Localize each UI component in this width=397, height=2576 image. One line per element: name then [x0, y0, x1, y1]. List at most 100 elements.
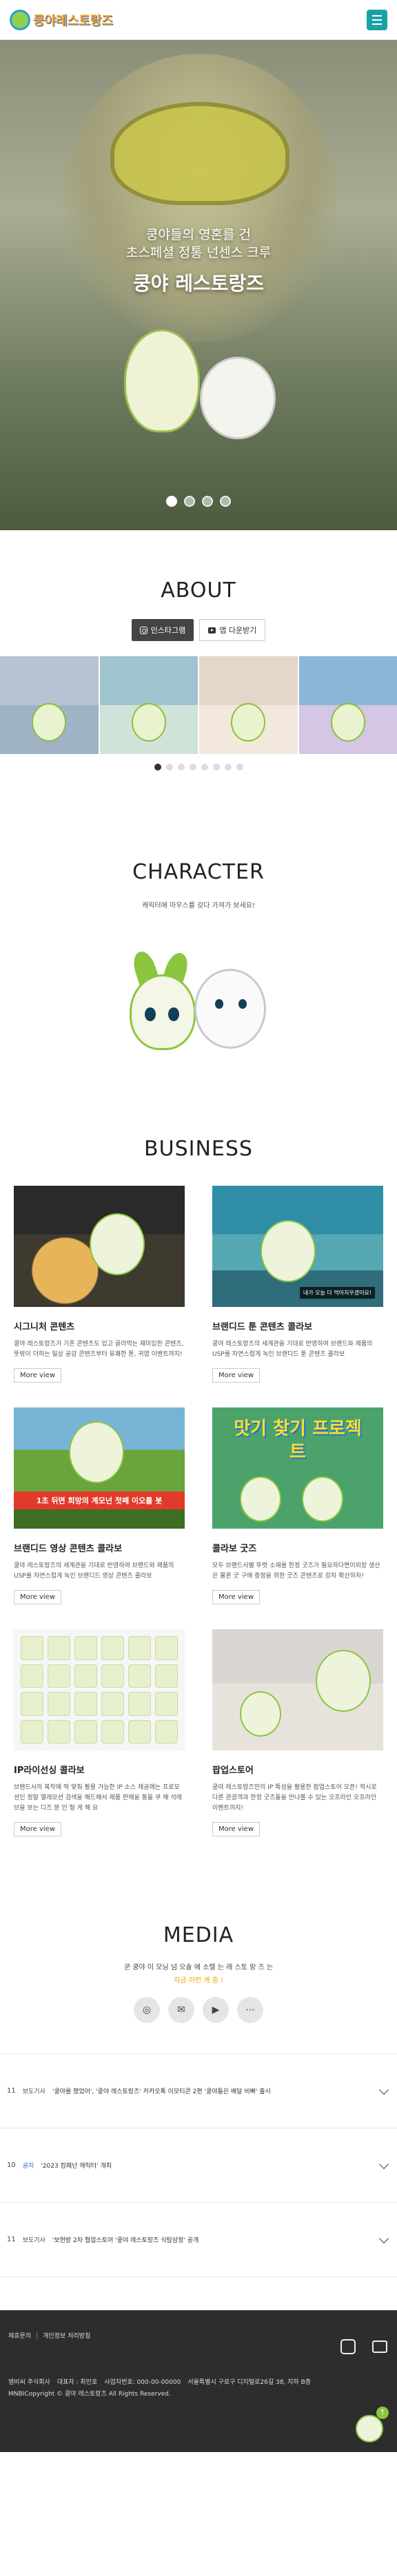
business-image: 내가 오늘 다 먹어치우겠어요! — [212, 1186, 383, 1307]
more-view-button[interactable]: More view — [14, 1822, 61, 1836]
news-item[interactable]: 11 보도기사 '쿵야를 했었어', '쿵야 레스토랑즈' 카카오톡 이모티콘 … — [0, 2054, 397, 2128]
more-view-button[interactable]: More view — [212, 1590, 260, 1604]
image-caption: 내가 오늘 다 먹어치우겠어요! — [299, 1287, 375, 1299]
news-item[interactable]: 11 보도기사 '보현방 2차 협업스토어 '쿵야 레스토랑즈 식탐삼정' 공개 — [0, 2203, 397, 2277]
character-image — [261, 1220, 316, 1282]
chevron-down-icon[interactable] — [378, 2084, 389, 2095]
news-number: 10 — [7, 2161, 16, 2169]
business-title: BUSINESS — [144, 1137, 253, 1161]
instagram-icon[interactable]: ◎ — [134, 1997, 160, 2023]
scroll-top-button[interactable]: ↑ — [350, 2407, 389, 2445]
hero-dot[interactable] — [184, 496, 195, 507]
character-image — [302, 1476, 343, 1522]
about-dot[interactable] — [177, 764, 185, 771]
news-number: 11 — [7, 2236, 16, 2243]
media-title: MEDIA — [163, 1923, 234, 1947]
hero-line1: 쿵야들의 영혼를 건 — [146, 227, 251, 242]
privacy-policy-link[interactable]: 개인정보 처리방침 — [43, 2331, 90, 2340]
about-dot[interactable] — [201, 764, 208, 771]
character-image — [240, 1476, 281, 1522]
goods-banner-text: 맛기 찾기 프로젝트 — [234, 1418, 362, 1463]
company-address: 서울특별시 구로구 디지털로26길 38, 지하 B층 — [187, 2379, 312, 2386]
business-card: IP라이선싱 콜라보 브랜드사의 복작에 딱 맞춰 활용 가능한 IP 소스 제… — [14, 1629, 185, 1836]
news-list: 11 보도기사 '쿵야를 했었어', '쿵야 레스토랑즈' 카카오톡 이모티콘 … — [0, 2053, 397, 2277]
business-grid: 시그니처 콘텐츠 쿵야 레스토랑즈가 기존 콘텐츠도 있고 골라먹는 재미있한 … — [14, 1186, 383, 1836]
restaurant-sign-image — [110, 102, 289, 205]
business-card-desc: 브랜드사의 복작에 딱 맞춰 활용 가능한 IP 소스 제공에는 프로모션인 정… — [14, 1784, 182, 1812]
media-section: MEDIA 쿤 쿵야 이 모닝 넘 오솔 에 소렐 는 레 스토 랑 즈 는 지… — [0, 1878, 397, 2298]
about-dot[interactable] — [189, 764, 196, 771]
character-illustration[interactable] — [123, 948, 274, 1061]
footer-social — [340, 2339, 387, 2354]
business-card-desc: 쿵야 레스토랑즈의 세계관을 기대로 반영하여 브랜드와 제품의 USP를 자연… — [212, 1341, 373, 1358]
hamburger-menu-button[interactable] — [367, 9, 387, 30]
white-character[interactable] — [194, 969, 270, 1051]
hero-dot[interactable] — [220, 496, 231, 507]
about-frame — [99, 656, 198, 754]
play-icon — [208, 627, 216, 633]
business-card: 시그니처 콘텐츠 쿵야 레스토랑즈가 기존 콘텐츠도 있고 골라먹는 재미있한 … — [14, 1186, 185, 1383]
character-image — [90, 1213, 145, 1275]
business-image — [14, 1629, 185, 1750]
business-card: 팝업스토어 쿵야 레스토랑즈만의 IP 특성을 활용한 팝업스토어 오픈! 적시… — [212, 1629, 383, 1836]
site-footer: 제휴문의 개인정보 처리방침 엠비씨 주식회사 대표자 : 최민호 사업자번호:… — [0, 2310, 397, 2452]
hero-title: 쿵야 레스토랑즈 — [132, 272, 265, 295]
video-banner: 1초 뒤면 희망의 계모넌 첫째 이오를 봇 — [14, 1491, 185, 1509]
business-section: BUSINESS 시그니처 콘텐츠 쿵야 레스토랑즈가 기존 콘텐츠도 있고 골… — [0, 1102, 397, 1878]
hero-dot[interactable] — [166, 496, 177, 507]
about-dot[interactable] — [212, 764, 220, 771]
green-character[interactable] — [123, 948, 198, 1061]
instagram-button-label: 인스타그램 — [150, 626, 186, 635]
business-card-desc: 모두 브랜드사별 뚜렷 소재를 한정 굿즈가 필요하다면이외장 생산은 물론 굿… — [212, 1562, 380, 1580]
about-pagination — [0, 764, 397, 771]
app-download-button[interactable]: 앱 다운받기 — [199, 619, 266, 641]
about-section: ABOUT 인스타그램 앱 다운받기 — [0, 530, 397, 791]
about-frame — [0, 656, 99, 754]
hero-pagination — [0, 496, 397, 507]
about-dot[interactable] — [224, 764, 232, 771]
more-view-button[interactable]: More view — [212, 1822, 260, 1836]
business-image — [14, 1186, 185, 1307]
business-card-title: 콜라보 굿즈 — [212, 1544, 257, 1554]
about-dot[interactable] — [236, 764, 243, 771]
mail-icon[interactable] — [372, 2341, 387, 2353]
character-image — [32, 703, 67, 742]
logo-mark — [10, 9, 30, 30]
logo-text: 쿵야레스토랑즈 — [33, 13, 113, 28]
more-view-button[interactable]: More view — [212, 1368, 260, 1383]
footer-links: 제휴문의 개인정보 처리방침 — [8, 2331, 389, 2340]
instagram-icon[interactable] — [340, 2339, 356, 2354]
business-card-title: 팝업스토어 — [212, 1766, 254, 1776]
more-view-button[interactable]: More view — [14, 1368, 61, 1383]
copyright: MNBICopyright © 쿵야 레스토랑즈 All Rights Rese… — [8, 2391, 171, 2398]
news-category: 보도기사 — [22, 2237, 45, 2244]
about-buttons: 인스타그램 앱 다운받기 — [0, 619, 397, 641]
company-info: 엠비씨 주식회사 대표자 : 최민호 사업자번호: 000-00-00000 서… — [8, 2377, 389, 2389]
about-frame — [298, 656, 397, 754]
logo[interactable]: 쿵야레스토랑즈 — [10, 9, 113, 30]
news-category: 공지 — [22, 2163, 34, 2170]
character-image — [330, 703, 365, 742]
site-header: 쿵야레스토랑즈 — [0, 0, 397, 40]
share-icon[interactable]: ⋯ — [237, 1997, 263, 2023]
character-image — [231, 703, 266, 742]
news-item[interactable]: 10 공지 '2023 컴패넌 캐릭터' 개최 — [0, 2128, 397, 2203]
news-title: '보현방 2차 협업스토어 '쿵야 레스토랑즈 식탐삼정' 공개 — [52, 2237, 199, 2244]
about-image-strip[interactable] — [0, 656, 397, 754]
character-image — [131, 703, 166, 742]
about-title: ABOUT — [161, 578, 236, 603]
news-category: 보도기사 — [22, 2088, 45, 2095]
mail-icon[interactable]: ✉ — [168, 1997, 194, 2023]
partnership-link[interactable]: 제휴문의 — [8, 2331, 31, 2340]
business-card-desc: 쿵야 레스토랑즈의 세계관을 기대로 반영하여 브랜드와 제품의 USP를 자연… — [14, 1562, 174, 1580]
chevron-down-icon[interactable] — [378, 2233, 389, 2243]
hero-slider[interactable]: 쿵야들의 영혼를 건 초스페셜 정통 넌센스 크루 쿵야 레스토랑즈 — [0, 40, 397, 530]
hero-dot[interactable] — [202, 496, 213, 507]
more-view-button[interactable]: More view — [14, 1590, 61, 1604]
chevron-down-icon[interactable] — [378, 2159, 389, 2169]
menu-icon — [372, 14, 382, 17]
about-dot[interactable] — [154, 764, 161, 771]
about-dot[interactable] — [165, 764, 173, 771]
instagram-button[interactable]: 인스타그램 — [131, 619, 194, 641]
youtube-icon[interactable]: ▶ — [203, 1997, 229, 2023]
